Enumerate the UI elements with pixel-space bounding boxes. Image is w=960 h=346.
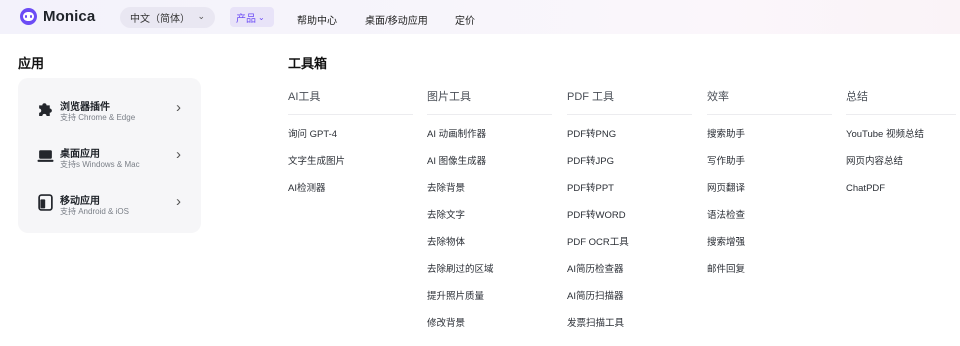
tool-link[interactable]: 提升照片质量 <box>427 291 552 318</box>
tool-link[interactable]: 去除背景 <box>427 183 552 210</box>
nav-desktop-mobile[interactable]: 桌面/移动应用 <box>365 12 428 27</box>
chevron-down-icon: ⌄ <box>258 12 265 22</box>
tool-column-ai: AI工具 询问 GPT-4 文字生成图片 AI检测器 <box>288 90 413 210</box>
puzzle-icon <box>39 103 52 116</box>
tool-link[interactable]: ChatPDF <box>846 183 956 210</box>
tool-link[interactable]: 发票扫描工具 <box>567 318 692 345</box>
brand[interactable]: Monica <box>20 8 95 25</box>
tool-link[interactable]: PDF转WORD <box>567 210 692 237</box>
apps-title: 应用 <box>18 56 45 71</box>
app-item-name: 移动应用 <box>60 196 100 207</box>
language-select[interactable]: 中文（简体） ⌄ <box>120 7 215 28</box>
apps-card: 浏览器插件 支持 Chrome & Edge › 桌面应用 支持s Window… <box>18 78 201 233</box>
app-item-subtitle: 支持 Chrome & Edge <box>60 113 136 122</box>
tool-column-summary: 总结 YouTube 视频总结 网页内容总结 ChatPDF <box>846 90 956 210</box>
chevron-right-icon: › <box>176 146 181 163</box>
column-header: 图片工具 <box>427 90 552 115</box>
tool-column-image: 图片工具 AI 动画制作器 AI 图像生成器 去除背景 去除文字 去除物体 去除… <box>427 90 552 345</box>
tool-link[interactable]: 搜索助手 <box>707 129 832 156</box>
nav-products-label: 产品 <box>236 13 256 25</box>
tool-link[interactable]: PDF转PPT <box>567 183 692 210</box>
nav-help-center[interactable]: 帮助中心 <box>297 12 337 27</box>
app-item-name: 浏览器插件 <box>60 102 110 113</box>
brand-name: Monica <box>43 8 96 25</box>
tool-link[interactable]: 网页翻译 <box>707 183 832 210</box>
nav-products[interactable]: 产品 ⌄ <box>230 7 274 27</box>
tool-link[interactable]: AI 动画制作器 <box>427 129 552 156</box>
tool-link[interactable]: 询问 GPT-4 <box>288 129 413 156</box>
tool-link[interactable]: 修改背景 <box>427 318 552 345</box>
tool-column-pdf: PDF 工具 PDF转PNG PDF转JPG PDF转PPT PDF转WORD … <box>567 90 692 345</box>
monica-logo-icon <box>20 8 37 25</box>
column-header: 效率 <box>707 90 832 115</box>
chevron-right-icon: › <box>176 99 181 116</box>
tool-link[interactable]: PDF OCR工具 <box>567 237 692 264</box>
toolbox-title: 工具箱 <box>288 56 328 71</box>
app-item-name: 桌面应用 <box>60 149 100 160</box>
language-label: 中文（简体） <box>130 14 190 25</box>
app-item-mobile[interactable]: 移动应用 支持 Android & iOS › <box>18 184 201 224</box>
chevron-down-icon: ⌄ <box>197 11 205 21</box>
tool-link[interactable]: 去除物体 <box>427 237 552 264</box>
chevron-right-icon: › <box>176 193 181 210</box>
column-header: AI工具 <box>288 90 413 115</box>
tool-column-productivity: 效率 搜索助手 写作助手 网页翻译 语法检查 搜索增强 邮件回复 <box>707 90 832 291</box>
tool-link[interactable]: 文字生成图片 <box>288 156 413 183</box>
app-item-subtitle: 支持 Android & iOS <box>60 207 129 216</box>
nav-pricing[interactable]: 定价 <box>455 12 475 27</box>
column-header: PDF 工具 <box>567 90 692 115</box>
app-item-desktop[interactable]: 桌面应用 支持s Windows & Mac › <box>18 137 201 177</box>
tool-link[interactable]: AI 图像生成器 <box>427 156 552 183</box>
tool-link[interactable]: PDF转PNG <box>567 129 692 156</box>
tool-link[interactable]: 去除文字 <box>427 210 552 237</box>
laptop-icon <box>37 150 54 162</box>
top-nav: Monica 中文（简体） ⌄ 产品 ⌄ 帮助中心 桌面/移动应用 定价 <box>0 0 960 34</box>
mobile-icon <box>38 194 53 211</box>
tool-link[interactable]: AI简历扫描器 <box>567 291 692 318</box>
app-item-browser-extension[interactable]: 浏览器插件 支持 Chrome & Edge › <box>18 90 201 130</box>
column-header: 总结 <box>846 90 956 115</box>
tool-link[interactable]: 邮件回复 <box>707 264 832 291</box>
app-item-subtitle: 支持s Windows & Mac <box>60 160 140 169</box>
tool-link[interactable]: AI简历检查器 <box>567 264 692 291</box>
tool-link[interactable]: 写作助手 <box>707 156 832 183</box>
tool-link[interactable]: 语法检查 <box>707 210 832 237</box>
tool-link[interactable]: 网页内容总结 <box>846 156 956 183</box>
tool-link[interactable]: YouTube 视频总结 <box>846 129 956 156</box>
tool-link[interactable]: 去除刷过的区域 <box>427 264 552 291</box>
tool-link[interactable]: AI检测器 <box>288 183 413 210</box>
tool-link[interactable]: PDF转JPG <box>567 156 692 183</box>
tool-link[interactable]: 搜索增强 <box>707 237 832 264</box>
